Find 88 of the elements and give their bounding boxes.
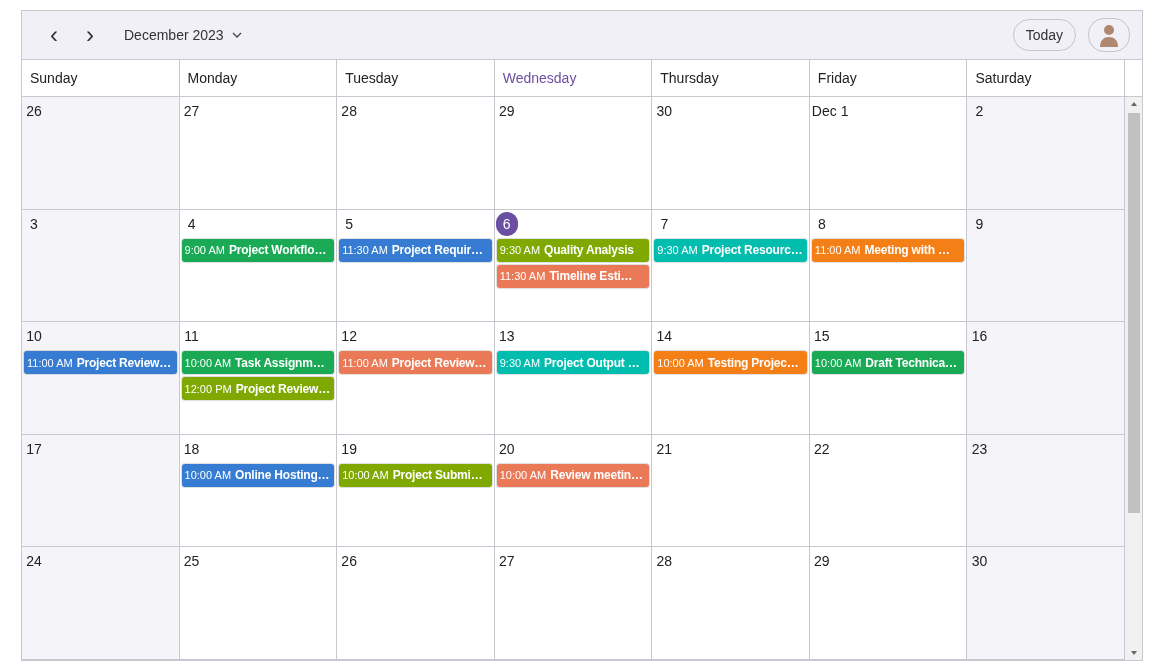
date-label[interactable]: 6	[495, 211, 518, 236]
weekday-header: Monday	[179, 60, 338, 96]
date-label[interactable]: 20	[495, 436, 518, 461]
date-label[interactable]: 23	[968, 436, 991, 461]
day-cell[interactable]: 17	[22, 434, 180, 548]
event-chip[interactable]: 10:00 AM Online Hosting…	[181, 463, 335, 487]
date-label[interactable]: 26	[23, 99, 45, 123]
date-label[interactable]: 19	[338, 436, 361, 461]
day-cell[interactable]: 27	[179, 97, 338, 210]
day-cell[interactable]: 4 9:00 AM Project Workflo…	[179, 209, 338, 323]
period-dropdown[interactable]: December 2023	[120, 23, 246, 47]
date-label[interactable]: 13	[495, 324, 518, 349]
date-label[interactable]: 10	[23, 324, 45, 349]
date-label[interactable]: 15	[810, 324, 833, 349]
person-icon	[1098, 23, 1120, 47]
date-label[interactable]: 14	[653, 324, 676, 349]
previous-button[interactable]: ‹	[38, 19, 70, 51]
day-cell[interactable]: 26	[337, 547, 495, 660]
day-cell[interactable]: 18 10:00 AM Online Hosting…	[179, 434, 338, 548]
date-label[interactable]: 12	[338, 324, 361, 349]
day-cell[interactable]: 10 11:00 AM Project Review…	[22, 322, 180, 435]
day-cell[interactable]: 16	[967, 322, 1125, 435]
date-label[interactable]: 4	[180, 211, 203, 236]
date-label[interactable]: 25	[180, 549, 203, 574]
day-cell[interactable]: 22	[809, 434, 968, 548]
date-label[interactable]: 3	[23, 211, 45, 236]
day-cell[interactable]: 13 9:30 AM Project Output …	[494, 322, 653, 435]
date-label[interactable]: 26	[338, 549, 361, 574]
day-cell[interactable]: 8 11:00 AM Meeting with …	[809, 209, 968, 323]
weekday-header: Thursday	[652, 60, 810, 96]
scrollbar[interactable]	[1125, 97, 1142, 660]
day-cell[interactable]: 20 10:00 AM Review meetin…	[494, 434, 653, 548]
day-cell[interactable]: Dec 1	[809, 97, 968, 210]
day-cell[interactable]: 19 10:00 AM Project Submi…	[337, 434, 495, 548]
date-label[interactable]: 18	[180, 436, 203, 461]
weekday-header: Tuesday	[337, 60, 495, 96]
date-label[interactable]: 28	[653, 549, 676, 574]
date-label[interactable]: 16	[968, 324, 991, 349]
day-cell[interactable]: 29	[809, 547, 968, 660]
day-cell[interactable]: 28	[337, 97, 495, 210]
date-label[interactable]: Dec 1	[810, 99, 850, 123]
day-cell[interactable]: 30	[967, 547, 1125, 660]
day-cell[interactable]: 6 9:30 AM Quality Analysis 11:30 AM Timeline Esti…	[494, 209, 653, 323]
day-cell[interactable]: 27	[494, 547, 653, 660]
date-label[interactable]: 21	[653, 436, 676, 461]
date-label[interactable]: 30	[968, 549, 991, 574]
date-label[interactable]: 24	[23, 549, 45, 574]
weekday-header: Saturday	[967, 60, 1125, 96]
day-cell[interactable]: 3	[22, 209, 180, 323]
day-cell[interactable]: 9	[967, 209, 1125, 323]
day-cell[interactable]: 11 10:00 AM Task Assignm… 12:00 PM Project Review…	[179, 322, 338, 435]
date-label[interactable]: 29	[810, 549, 833, 574]
avatar-button[interactable]	[1088, 18, 1130, 52]
date-label[interactable]: 2	[968, 99, 991, 123]
day-cell[interactable]: 14 10:00 AM Testing Projec…	[652, 322, 810, 435]
event-chip[interactable]: 11:00 AM Project Review…	[24, 351, 177, 375]
day-cell[interactable]: 15 10:00 AM Draft Technica…	[809, 322, 968, 435]
day-cell[interactable]: 7 9:30 AM Project Resourc…	[652, 209, 810, 323]
today-button[interactable]: Today	[1012, 19, 1076, 51]
event-chip[interactable]: 11:30 AM Project Requir…	[339, 238, 492, 262]
weekday-header: Friday	[809, 60, 968, 96]
day-cell[interactable]: 26	[22, 97, 180, 210]
date-label[interactable]: 11	[180, 324, 203, 349]
day-cell[interactable]: 23	[967, 434, 1125, 548]
day-cell[interactable]: 12 11:00 AM Project Review…	[337, 322, 495, 435]
date-label[interactable]: 27	[495, 549, 518, 574]
day-cell[interactable]: 28	[652, 547, 810, 660]
date-label[interactable]: 8	[810, 211, 833, 236]
chevron-down-icon	[231, 32, 242, 38]
day-cell[interactable]: 2	[967, 97, 1125, 210]
day-cell[interactable]: 29	[494, 97, 653, 210]
day-cell[interactable]: 5 11:30 AM Project Requir…	[337, 209, 495, 323]
day-cell[interactable]: 25	[179, 547, 338, 660]
date-label[interactable]: 27	[180, 99, 203, 123]
day-cell[interactable]: 21	[652, 434, 810, 548]
weekday-header: Wednesday	[494, 60, 653, 96]
date-label[interactable]: 17	[23, 436, 45, 461]
date-label[interactable]: 22	[810, 436, 833, 461]
day-cell[interactable]: 30	[652, 97, 810, 210]
date-label[interactable]: 5	[338, 211, 361, 236]
date-label[interactable]: 29	[495, 99, 518, 123]
date-label[interactable]: 28	[338, 99, 361, 123]
date-label[interactable]: 30	[653, 99, 676, 123]
date-label[interactable]: 9	[968, 211, 991, 236]
next-button[interactable]: ›	[74, 19, 106, 51]
weekday-header: Sunday	[22, 60, 180, 96]
day-cell[interactable]: 24	[22, 547, 180, 660]
date-label[interactable]: 7	[653, 211, 676, 236]
